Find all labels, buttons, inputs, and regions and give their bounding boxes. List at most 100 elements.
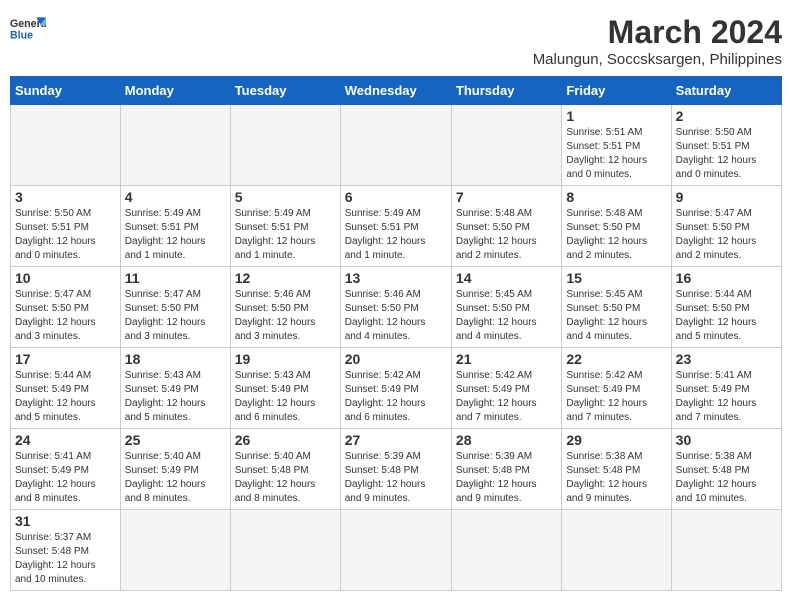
- day-number: 25: [125, 432, 226, 448]
- svg-text:Blue: Blue: [10, 30, 33, 42]
- day-number: 24: [15, 432, 116, 448]
- table-row: 18 Sunrise: 5:43 AM Sunset: 5:49 PM Dayli…: [120, 348, 230, 429]
- day-number: 17: [15, 351, 116, 367]
- month-year-title: March 2024: [533, 14, 782, 51]
- day-number: 6: [345, 189, 447, 205]
- day-info: Sunrise: 5:41 AM Sunset: 5:49 PM Dayligh…: [676, 369, 777, 425]
- calendar-week-6: 31Sunrise: 5:37 AM Sunset: 5:48 PM Dayli…: [11, 510, 782, 591]
- day-info: Sunrise: 5:43 AM Sunset: 5:49 PM Dayligh…: [125, 369, 226, 425]
- day-number: 29: [566, 432, 666, 448]
- day-number: 15: [566, 270, 666, 286]
- day-info: Sunrise: 5:49 AM Sunset: 5:51 PM Dayligh…: [235, 207, 336, 263]
- col-wednesday: Wednesday: [340, 77, 451, 105]
- day-info: Sunrise: 5:39 AM Sunset: 5:48 PM Dayligh…: [345, 450, 447, 506]
- table-row: 24 Sunrise: 5:41 AM Sunset: 5:49 PM Dayli…: [11, 429, 121, 510]
- day-number: 31: [15, 513, 116, 529]
- col-tuesday: Tuesday: [230, 77, 340, 105]
- day-info: Sunrise: 5:44 AM Sunset: 5:50 PM Dayligh…: [676, 288, 777, 344]
- table-row: 22Sunrise: 5:42 AM Sunset: 5:49 PM Dayli…: [562, 348, 671, 429]
- table-row: 28 Sunrise: 5:39 AM Sunset: 5:48 PM Dayli…: [451, 429, 561, 510]
- day-number: 14: [456, 270, 557, 286]
- day-info: Sunrise: 5:51 AM Sunset: 5:51 PM Dayligh…: [566, 126, 666, 182]
- day-number: 4: [125, 189, 226, 205]
- col-sunday: Sunday: [11, 77, 121, 105]
- day-number: 30: [676, 432, 777, 448]
- day-info: Sunrise: 5:47 AM Sunset: 5:50 PM Dayligh…: [676, 207, 777, 263]
- table-row: 31Sunrise: 5:37 AM Sunset: 5:48 PM Dayli…: [11, 510, 121, 591]
- table-row: 23 Sunrise: 5:41 AM Sunset: 5:49 PM Dayli…: [671, 348, 781, 429]
- day-info: Sunrise: 5:50 AM Sunset: 5:51 PM Dayligh…: [15, 207, 116, 263]
- table-row: 4Sunrise: 5:49 AM Sunset: 5:51 PM Daylig…: [120, 186, 230, 267]
- table-row: 29Sunrise: 5:38 AM Sunset: 5:48 PM Dayli…: [562, 429, 671, 510]
- day-info: Sunrise: 5:48 AM Sunset: 5:50 PM Dayligh…: [566, 207, 666, 263]
- day-info: Sunrise: 5:50 AM Sunset: 5:51 PM Dayligh…: [676, 126, 777, 182]
- table-row: 11 Sunrise: 5:47 AM Sunset: 5:50 PM Dayli…: [120, 267, 230, 348]
- table-row: 25 Sunrise: 5:40 AM Sunset: 5:49 PM Dayli…: [120, 429, 230, 510]
- table-row: 16 Sunrise: 5:44 AM Sunset: 5:50 PM Dayli…: [671, 267, 781, 348]
- table-row: [340, 105, 451, 186]
- day-number: 8: [566, 189, 666, 205]
- table-row: [451, 510, 561, 591]
- table-row: 10Sunrise: 5:47 AM Sunset: 5:50 PM Dayli…: [11, 267, 121, 348]
- day-number: 2: [676, 108, 777, 124]
- day-number: 3: [15, 189, 116, 205]
- day-number: 11: [125, 270, 226, 286]
- day-info: Sunrise: 5:39 AM Sunset: 5:48 PM Dayligh…: [456, 450, 557, 506]
- day-number: 7: [456, 189, 557, 205]
- day-number: 27: [345, 432, 447, 448]
- table-row: [451, 105, 561, 186]
- table-row: 9 Sunrise: 5:47 AM Sunset: 5:50 PM Daylig…: [671, 186, 781, 267]
- day-info: Sunrise: 5:42 AM Sunset: 5:49 PM Dayligh…: [345, 369, 447, 425]
- table-row: 21Sunrise: 5:42 AM Sunset: 5:49 PM Dayli…: [451, 348, 561, 429]
- logo: General Blue: [10, 14, 46, 42]
- day-info: Sunrise: 5:45 AM Sunset: 5:50 PM Dayligh…: [456, 288, 557, 344]
- day-number: 16: [676, 270, 777, 286]
- col-saturday: Saturday: [671, 77, 781, 105]
- calendar-week-3: 10 Sunrise: 5:47 AM Sunset: 5:50 PM Dayli…: [11, 267, 782, 348]
- table-row: 8 Sunrise: 5:48 AM Sunset: 5:50 PM Daylig…: [562, 186, 671, 267]
- day-info: Sunrise: 5:46 AM Sunset: 5:50 PM Dayligh…: [235, 288, 336, 344]
- day-number: 10: [15, 270, 116, 286]
- day-number: 1: [566, 108, 666, 124]
- day-info: Sunrise: 5:40 AM Sunset: 5:48 PM Dayligh…: [235, 450, 336, 506]
- day-number: 12: [235, 270, 336, 286]
- table-row: [230, 510, 340, 591]
- day-info: Sunrise: 5:47 AM Sunset: 5:50 PM Dayligh…: [125, 288, 226, 344]
- title-block: March 2024 Malungun, Soccsksargen, Phili…: [533, 14, 782, 68]
- calendar-week-5: 24 Sunrise: 5:41 AM Sunset: 5:49 PM Dayli…: [11, 429, 782, 510]
- table-row: 20Sunrise: 5:42 AM Sunset: 5:49 PM Dayli…: [340, 348, 451, 429]
- day-info: Sunrise: 5:41 AM Sunset: 5:49 PM Dayligh…: [15, 450, 116, 506]
- table-row: 1 Sunrise: 5:51 AM Sunset: 5:51 PM Daylig…: [562, 105, 671, 186]
- col-monday: Monday: [120, 77, 230, 105]
- table-row: 12 Sunrise: 5:46 AM Sunset: 5:50 PM Dayli…: [230, 267, 340, 348]
- day-info: Sunrise: 5:40 AM Sunset: 5:49 PM Dayligh…: [125, 450, 226, 506]
- table-row: 15 Sunrise: 5:45 AM Sunset: 5:50 PM Dayli…: [562, 267, 671, 348]
- table-row: [340, 510, 451, 591]
- day-number: 21: [456, 351, 557, 367]
- day-info: Sunrise: 5:44 AM Sunset: 5:49 PM Dayligh…: [15, 369, 116, 425]
- day-number: 13: [345, 270, 447, 286]
- table-row: [11, 105, 121, 186]
- day-number: 23: [676, 351, 777, 367]
- day-info: Sunrise: 5:48 AM Sunset: 5:50 PM Dayligh…: [456, 207, 557, 263]
- table-row: 5Sunrise: 5:49 AM Sunset: 5:51 PM Daylig…: [230, 186, 340, 267]
- location-subtitle: Malungun, Soccsksargen, Philippines: [533, 51, 782, 68]
- table-row: 14 Sunrise: 5:45 AM Sunset: 5:50 PM Dayli…: [451, 267, 561, 348]
- day-number: 28: [456, 432, 557, 448]
- day-info: Sunrise: 5:45 AM Sunset: 5:50 PM Dayligh…: [566, 288, 666, 344]
- calendar-week-1: 1 Sunrise: 5:51 AM Sunset: 5:51 PM Daylig…: [11, 105, 782, 186]
- table-row: [120, 105, 230, 186]
- table-row: [120, 510, 230, 591]
- calendar-table: Sunday Monday Tuesday Wednesday Thursday…: [10, 76, 782, 591]
- day-number: 18: [125, 351, 226, 367]
- day-number: 9: [676, 189, 777, 205]
- header: General Blue March 2024 Malungun, Soccsk…: [10, 10, 782, 72]
- table-row: 2 Sunrise: 5:50 AM Sunset: 5:51 PM Daylig…: [671, 105, 781, 186]
- table-row: 3 Sunrise: 5:50 AM Sunset: 5:51 PM Daylig…: [11, 186, 121, 267]
- day-number: 19: [235, 351, 336, 367]
- day-info: Sunrise: 5:38 AM Sunset: 5:48 PM Dayligh…: [676, 450, 777, 506]
- day-number: 22: [566, 351, 666, 367]
- col-thursday: Thursday: [451, 77, 561, 105]
- day-info: Sunrise: 5:43 AM Sunset: 5:49 PM Dayligh…: [235, 369, 336, 425]
- table-row: 26Sunrise: 5:40 AM Sunset: 5:48 PM Dayli…: [230, 429, 340, 510]
